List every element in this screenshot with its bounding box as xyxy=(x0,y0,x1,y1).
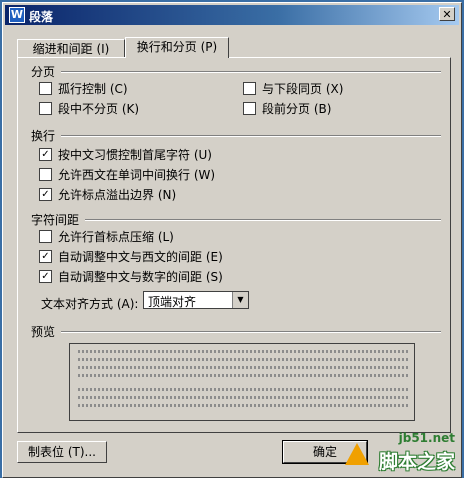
preview-line xyxy=(78,404,408,407)
checkbox-box[interactable] xyxy=(243,102,256,115)
tabs-button[interactable]: 制表位 (T)... xyxy=(17,441,107,463)
logo-icon xyxy=(345,443,369,465)
group-title-line-break: 换行 xyxy=(31,129,56,143)
group-divider xyxy=(61,71,441,73)
check-icon[interactable]: ✓ xyxy=(39,250,52,263)
tab-line-page-breaks[interactable]: 换行和分页 (P) xyxy=(125,37,229,58)
watermark-name: 脚本之家 xyxy=(378,451,455,473)
check-icon[interactable]: ✓ xyxy=(39,148,52,161)
checkbox-auto-space-numbers[interactable]: ✓ 自动调整中文与数字的间距 (S) xyxy=(39,270,223,284)
site-watermark: jb51.net 脚本之家 xyxy=(327,429,457,475)
checkbox-hanging-punctuation[interactable]: ✓ 允许标点溢出边界 (N) xyxy=(39,188,176,202)
checkbox-keep-lines-together[interactable]: 段中不分页 (K) xyxy=(39,102,139,116)
text-align-value: 顶端对齐 xyxy=(148,295,197,309)
text-align-select[interactable]: 顶端对齐 ▼ xyxy=(143,291,249,309)
close-button[interactable]: ✕ xyxy=(439,7,455,21)
watermark-url: jb51.net xyxy=(398,431,455,445)
preview-line xyxy=(78,366,408,369)
preview-line xyxy=(78,388,408,391)
checkbox-box[interactable] xyxy=(39,82,52,95)
group-divider xyxy=(85,219,441,221)
text-align-label: 文本对齐方式 (A): xyxy=(41,297,139,311)
checkbox-box[interactable] xyxy=(243,82,256,95)
check-icon[interactable]: ✓ xyxy=(39,270,52,283)
checkbox-box[interactable] xyxy=(39,102,52,115)
group-divider xyxy=(61,331,441,333)
checkbox-box[interactable] xyxy=(39,168,52,181)
preview-line xyxy=(78,350,408,353)
title-bar: W 段落 ✕ xyxy=(5,5,459,25)
paragraph-dialog: W 段落 ✕ 缩进和间距 (I) 换行和分页 (P) 分页 孤行控制 (C) 段… xyxy=(2,2,462,478)
checkbox-chinese-line-break[interactable]: ✓ 按中文习惯控制首尾字符 (U) xyxy=(39,148,212,162)
checkbox-box[interactable] xyxy=(39,230,52,243)
group-title-preview: 预览 xyxy=(31,325,56,339)
tab-indent-spacing[interactable]: 缩进和间距 (I) xyxy=(17,39,125,57)
group-title-pagination: 分页 xyxy=(31,65,56,79)
checkbox-compress-punctuation[interactable]: 允许行首标点压缩 (L) xyxy=(39,230,174,244)
dialog-title: 段落 xyxy=(29,10,54,24)
group-title-character-spacing: 字符间距 xyxy=(31,213,80,227)
checkbox-auto-space-western[interactable]: ✓ 自动调整中文与西文的间距 (E) xyxy=(39,250,223,264)
checkbox-keep-with-next[interactable]: 与下段同页 (X) xyxy=(243,82,343,96)
chevron-down-icon[interactable]: ▼ xyxy=(232,292,248,308)
checkbox-page-break-before[interactable]: 段前分页 (B) xyxy=(243,102,331,116)
wps-writer-icon: W xyxy=(9,7,25,23)
paragraph-preview xyxy=(69,343,415,421)
preview-line xyxy=(78,396,408,399)
preview-line xyxy=(78,374,408,377)
group-divider xyxy=(61,135,441,137)
checkbox-western-word-wrap[interactable]: 允许西文在单词中间换行 (W) xyxy=(39,168,215,182)
check-icon[interactable]: ✓ xyxy=(39,188,52,201)
preview-line xyxy=(78,358,408,361)
checkbox-widow-control[interactable]: 孤行控制 (C) xyxy=(39,82,128,96)
